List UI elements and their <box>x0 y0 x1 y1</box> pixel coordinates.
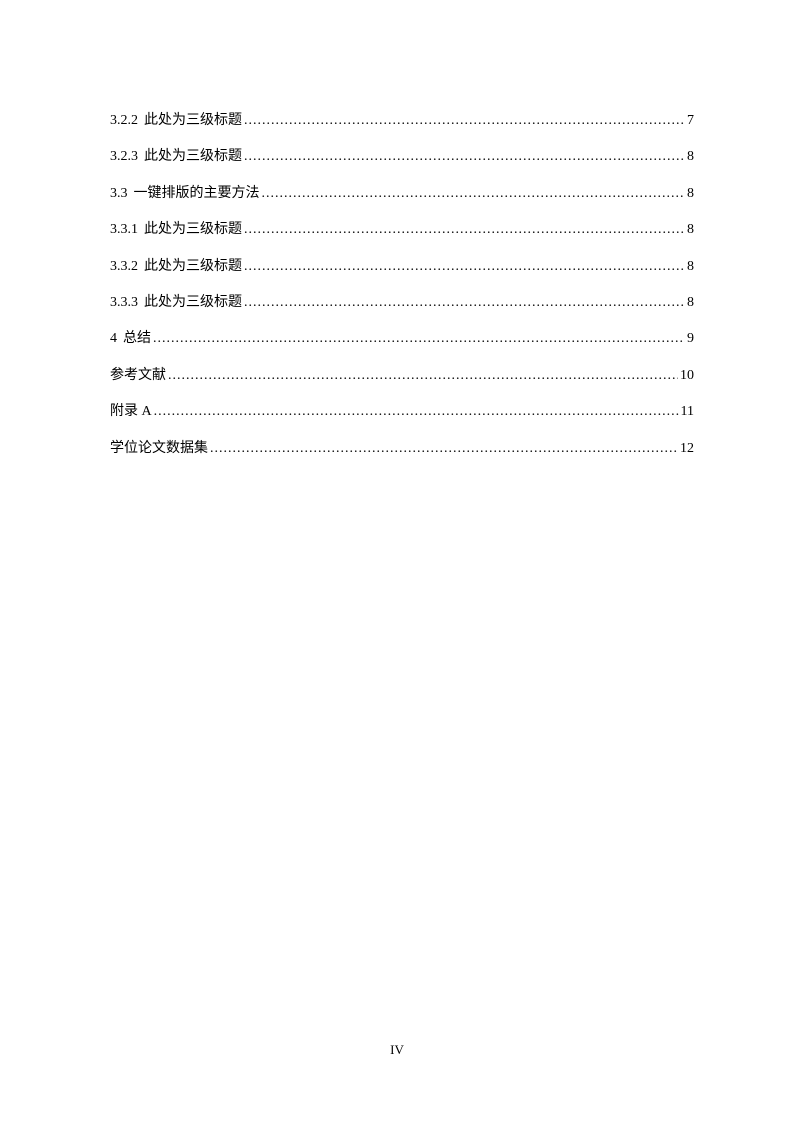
toc-entry-page: 7 <box>687 110 694 132</box>
toc-entry-title: 学位论文数据集 <box>110 438 208 460</box>
toc-entry-title: 此处为三级标题 <box>144 110 242 132</box>
toc-leader-dots: ........................................… <box>244 110 685 132</box>
toc-entry-page: 8 <box>687 256 694 278</box>
toc-leader-dots: ........................................… <box>154 401 679 423</box>
toc-leader-dots: ........................................… <box>244 219 685 241</box>
toc-entry: 3.3.3 此处为三级标题............................… <box>110 292 694 314</box>
toc-leader-dots: ........................................… <box>210 438 678 460</box>
toc-entry-page: 8 <box>687 219 694 241</box>
toc-entry: 3.3.2 此处为三级标题............................… <box>110 256 694 278</box>
toc-entry-page: 8 <box>687 183 694 205</box>
toc-entry-title: 此处为三级标题 <box>144 292 242 314</box>
toc-entry: 4 总结.....................................… <box>110 328 694 350</box>
toc-leader-dots: ........................................… <box>153 328 685 350</box>
toc-entry: 附录 A....................................… <box>110 401 694 423</box>
toc-entry-title: 附录 A <box>110 401 152 423</box>
toc-leader-dots: ........................................… <box>244 292 685 314</box>
toc-entry-title: 一键排版的主要方法 <box>134 183 260 205</box>
toc-entry-number: 3.3 <box>110 183 128 205</box>
toc-entry-title: 此处为三级标题 <box>144 146 242 168</box>
toc-leader-dots: ........................................… <box>262 183 686 205</box>
toc-entry-page: 11 <box>681 401 694 423</box>
toc-entry-title: 参考文献 <box>110 365 166 387</box>
toc-entry: 参考文献....................................… <box>110 365 694 387</box>
toc-entry-page: 12 <box>680 438 694 460</box>
toc-entry-number: 3.3.2 <box>110 256 138 278</box>
toc-entry-page: 10 <box>680 365 694 387</box>
toc-entry-number: 3.3.1 <box>110 219 138 241</box>
toc-entry-number: 3.2.2 <box>110 110 138 132</box>
toc-container: 3.2.2 此处为三级标题............................… <box>0 0 794 460</box>
toc-leader-dots: ........................................… <box>244 256 685 278</box>
toc-entry: 3.2.2 此处为三级标题............................… <box>110 110 694 132</box>
toc-entry: 3.3 一键排版的主要方法............................… <box>110 183 694 205</box>
toc-entry-number: 4 <box>110 328 117 350</box>
toc-entry-page: 8 <box>687 146 694 168</box>
page-number: IV <box>0 1042 794 1058</box>
toc-entry-title: 此处为三级标题 <box>144 256 242 278</box>
toc-entry-number: 3.2.3 <box>110 146 138 168</box>
toc-entry: 学位论文数据集.................................… <box>110 438 694 460</box>
toc-entry-page: 8 <box>687 292 694 314</box>
toc-leader-dots: ........................................… <box>168 365 678 387</box>
toc-leader-dots: ........................................… <box>244 146 685 168</box>
toc-entry-title: 此处为三级标题 <box>144 219 242 241</box>
toc-entry-title: 总结 <box>123 328 151 350</box>
toc-entry-number: 3.3.3 <box>110 292 138 314</box>
toc-entry-page: 9 <box>687 328 694 350</box>
toc-entry: 3.3.1 此处为三级标题............................… <box>110 219 694 241</box>
toc-entry: 3.2.3 此处为三级标题............................… <box>110 146 694 168</box>
